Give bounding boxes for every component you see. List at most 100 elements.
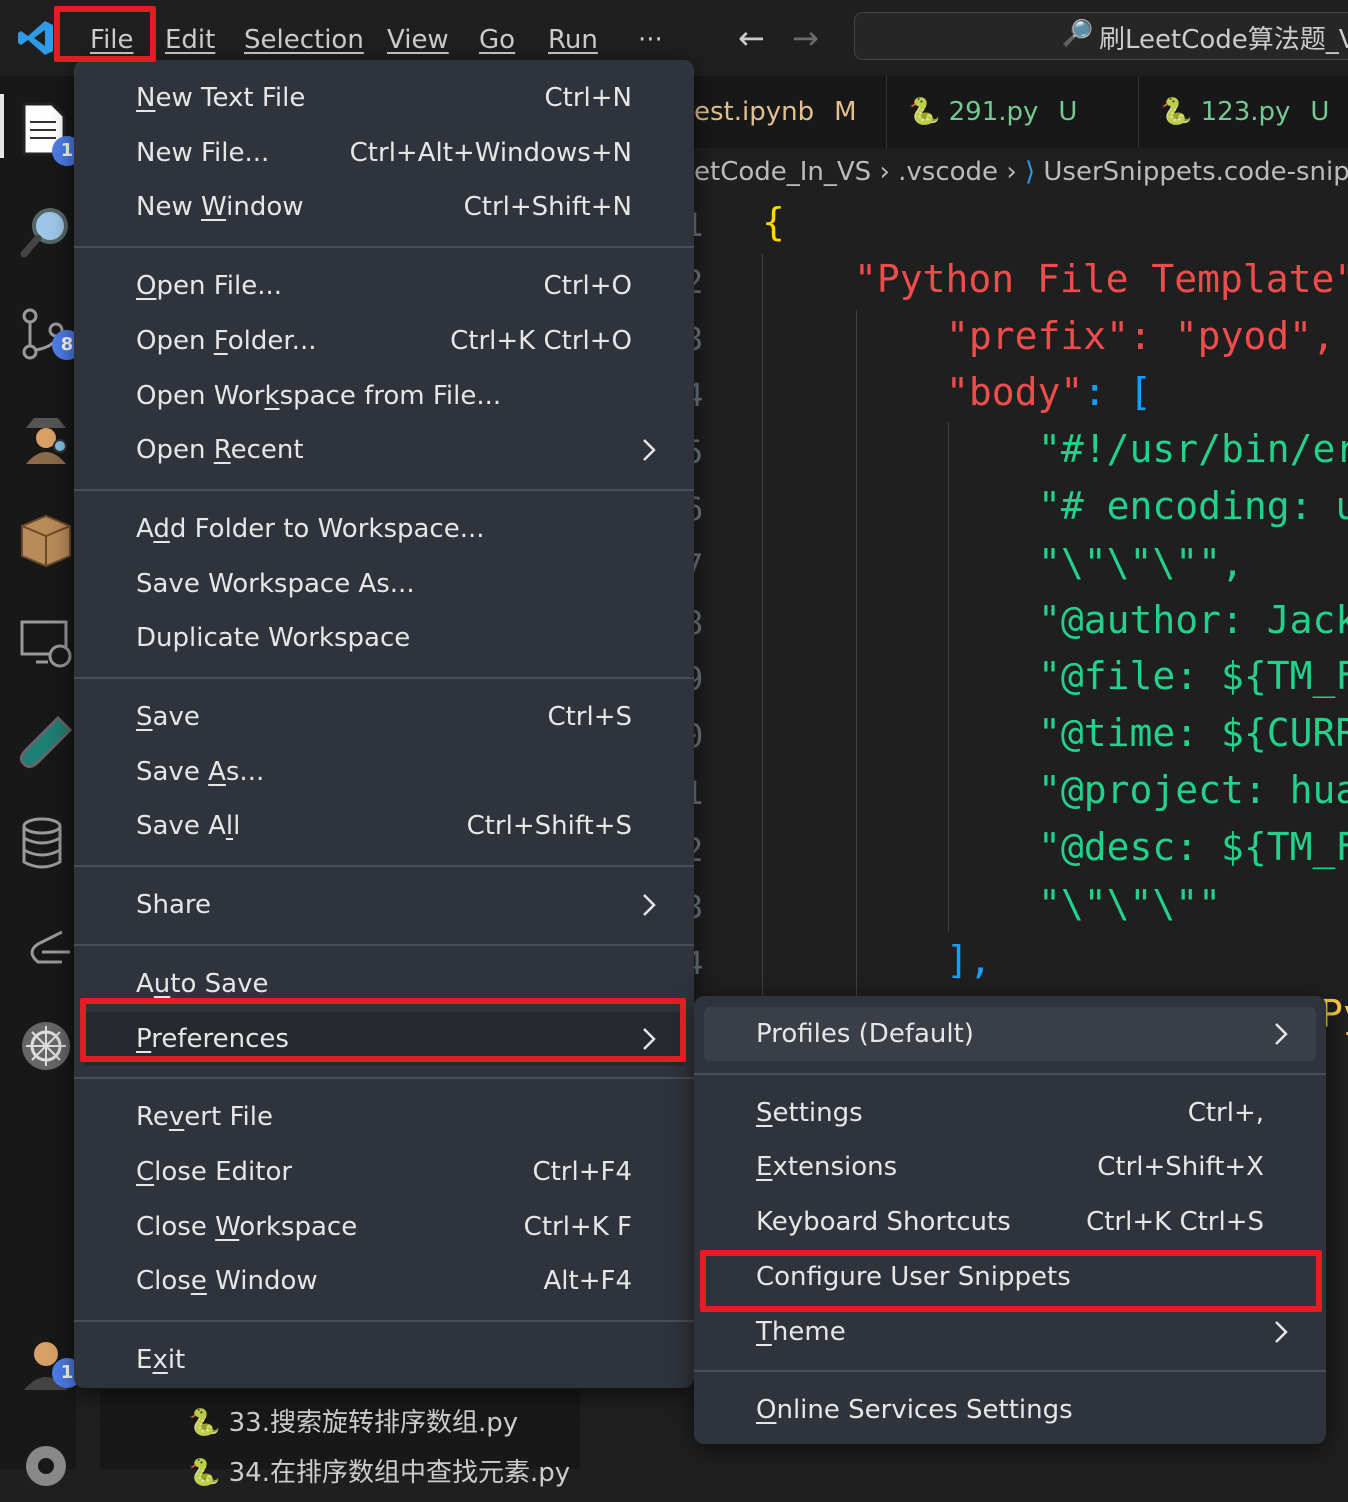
menu-item-new-file[interactable]: New File... Ctrl+Alt+Windows+N: [74, 126, 694, 180]
menu-item-new-text-file[interactable]: New Text File Ctrl+N: [74, 71, 694, 125]
explorer-file[interactable]: 🐍 34.在排序数组中查找元素.py: [188, 1452, 570, 1489]
code-line: "# encoding: u: [1038, 484, 1348, 528]
menu-item-shortcut: Ctrl+K F: [523, 1211, 632, 1242]
kubernetes-activity[interactable]: [0, 1002, 76, 1082]
line-number: 4: [694, 376, 703, 414]
arrow-left-icon[interactable]: ←: [738, 20, 765, 56]
explorer-activity[interactable]: 1: [0, 86, 82, 166]
code-editor[interactable]: 1 2 3 4 5 6 7 8 9 0 1 2 3 4 {"Python File Template" "pr…: [694, 196, 1348, 1096]
menubar-view[interactable]: View: [383, 20, 453, 60]
menu-item-extensions[interactable]: Extensions Ctrl+Shift+X: [694, 1140, 1326, 1194]
line-number: 9: [694, 660, 703, 698]
manage-activity[interactable]: [0, 1422, 76, 1502]
tab-divider: [886, 76, 887, 148]
menu-item-open-folder[interactable]: Open Folder... Ctrl+K Ctrl+O: [74, 314, 694, 368]
more-menus-button[interactable]: ···: [634, 20, 667, 60]
breadcrumb-folder[interactable]: .vscode: [898, 157, 998, 187]
menu-item-open-recent[interactable]: Open Recent: [74, 423, 694, 477]
menu-item-configure-user-snippets[interactable]: Configure User Snippets: [694, 1250, 1326, 1304]
gitlens-icon: [30, 930, 70, 964]
code-token: "@project: hua: [1038, 768, 1348, 812]
tab-291-py[interactable]: 🐍 291.py U: [908, 76, 1077, 148]
tab-label: 291.py: [948, 97, 1039, 127]
indent-guide: [856, 310, 857, 1010]
menu-item-label: Open Workspace from File...: [136, 380, 502, 411]
menu-item-close-workspace[interactable]: Close Workspace Ctrl+K F: [74, 1200, 694, 1254]
package-activity[interactable]: [0, 496, 76, 576]
editor-tabs: est.ipynb M 🐍 291.py U 🐍 123.py U: [694, 76, 1348, 148]
code-token: "#!/usr/bin/er: [1038, 427, 1348, 472]
menu-item-label: Keyboard Shortcuts: [756, 1207, 1011, 1238]
breadcrumb-folder[interactable]: etCode_In_VS: [694, 157, 871, 187]
database-activity[interactable]: [0, 800, 76, 880]
menu-separator: [74, 488, 694, 491]
menubar-label: Run: [548, 25, 598, 55]
menu-item-revert-file[interactable]: Revert File: [74, 1090, 694, 1144]
menu-item-close-window[interactable]: Close Window Alt+F4: [74, 1254, 694, 1308]
menu-item-save-as[interactable]: Save As...: [74, 745, 694, 799]
code-line: "@project: hua: [1038, 768, 1348, 812]
menu-separator: [74, 1320, 694, 1322]
menu-item-label: New Text File: [136, 83, 306, 113]
menubar-edit[interactable]: Edit: [161, 20, 219, 60]
menubar-run[interactable]: Run: [544, 20, 602, 60]
menubar-go[interactable]: Go: [475, 20, 519, 60]
breadcrumb-file[interactable]: UserSnippets.code-snipp: [1043, 157, 1348, 187]
code-token: "@file: ${TM_F: [1038, 654, 1348, 699]
menu-item-shortcut: Ctrl+,: [1187, 1097, 1264, 1128]
menu-item-duplicate-workspace[interactable]: Duplicate Workspace: [74, 611, 694, 665]
menu-item-share[interactable]: Share: [74, 878, 694, 932]
line-number: 3: [694, 320, 703, 358]
menu-item-label: Auto Save: [136, 968, 269, 999]
menu-item-open-workspace-from-file[interactable]: Open Workspace from File...: [74, 369, 694, 423]
menu-item-save-workspace-as[interactable]: Save Workspace As...: [74, 557, 694, 611]
menu-item-label: Close Editor: [136, 1156, 293, 1187]
chevron-right-icon: [640, 878, 658, 951]
menubar-file[interactable]: File: [86, 20, 138, 60]
code-line: "#!/usr/bin/er: [1038, 427, 1348, 471]
menu-item-new-window[interactable]: New Window Ctrl+Shift+N: [74, 180, 694, 234]
menu-item-shortcut: Ctrl+K Ctrl+S: [1086, 1207, 1264, 1238]
menu-item-keyboard-shortcuts[interactable]: Keyboard Shortcuts Ctrl+K Ctrl+S: [694, 1195, 1326, 1249]
breadcrumb: etCode_In_VS › .vscode › ⟩ UserSnippets.…: [694, 150, 1348, 194]
menu-item-preferences[interactable]: Preferences: [84, 1011, 684, 1066]
code-line: {: [762, 200, 785, 244]
chevron-right-icon: [640, 1012, 658, 1085]
indent-guide: [948, 422, 949, 932]
accounts-activity[interactable]: 1: [0, 1320, 82, 1400]
line-number: 4: [694, 944, 703, 982]
menubar-label: Edit: [165, 25, 216, 55]
menu-item-save-all[interactable]: Save All Ctrl+Shift+S: [74, 799, 694, 853]
menu-item-label: Preferences: [136, 1023, 289, 1054]
preferences-submenu: Profiles (Default) Settings Ctrl+, Extensio…: [694, 996, 1326, 1444]
menu-item-online-services-settings[interactable]: Online Services Settings: [694, 1383, 1326, 1437]
source-control-activity[interactable]: 8: [0, 290, 82, 370]
menu-item-shortcut: Ctrl+S: [547, 702, 632, 732]
menu-item-shortcut: Ctrl+N: [544, 83, 633, 113]
menu-item-shortcut: Ctrl+O: [543, 271, 632, 302]
command-center-search[interactable]: 🔎 刷LeetCode算法题_VS: [854, 12, 1348, 60]
menu-item-open-file[interactable]: Open File... Ctrl+O: [74, 259, 694, 313]
magnifier-icon: [20, 208, 68, 258]
remote-monitor-icon: [20, 620, 72, 668]
gitlens-activity[interactable]: [0, 902, 76, 982]
menu-item-settings[interactable]: Settings Ctrl+,: [694, 1086, 1326, 1140]
menu-item-auto-save[interactable]: Auto Save: [74, 957, 694, 1011]
menubar-selection[interactable]: Selection: [240, 20, 368, 60]
menu-item-theme[interactable]: Theme: [694, 1305, 1326, 1359]
menu-item-save[interactable]: Save Ctrl+S: [74, 690, 694, 744]
arrow-right-icon[interactable]: →: [792, 20, 819, 56]
testing-activity[interactable]: [0, 698, 76, 778]
menu-item-add-folder-to-workspace[interactable]: Add Folder to Workspace...: [74, 502, 694, 556]
file-label: 34.在排序数组中查找元素.py: [228, 1458, 571, 1488]
detective-extension-activity[interactable]: [0, 394, 76, 474]
menu-item-profiles-default[interactable]: Profiles (Default): [704, 1007, 1316, 1061]
tab-notebook[interactable]: est.ipynb M: [694, 76, 857, 148]
menu-item-close-editor[interactable]: Close Editor Ctrl+F4: [74, 1145, 694, 1199]
search-activity[interactable]: [0, 186, 76, 266]
remote-explorer-activity[interactable]: [0, 600, 76, 680]
tab-123-py[interactable]: 🐍 123.py U: [1160, 76, 1329, 148]
active-indicator: [0, 94, 4, 158]
menu-item-exit[interactable]: Exit: [74, 1333, 694, 1387]
explorer-file[interactable]: 🐍 33.搜索旋转排序数组.py: [188, 1402, 518, 1439]
